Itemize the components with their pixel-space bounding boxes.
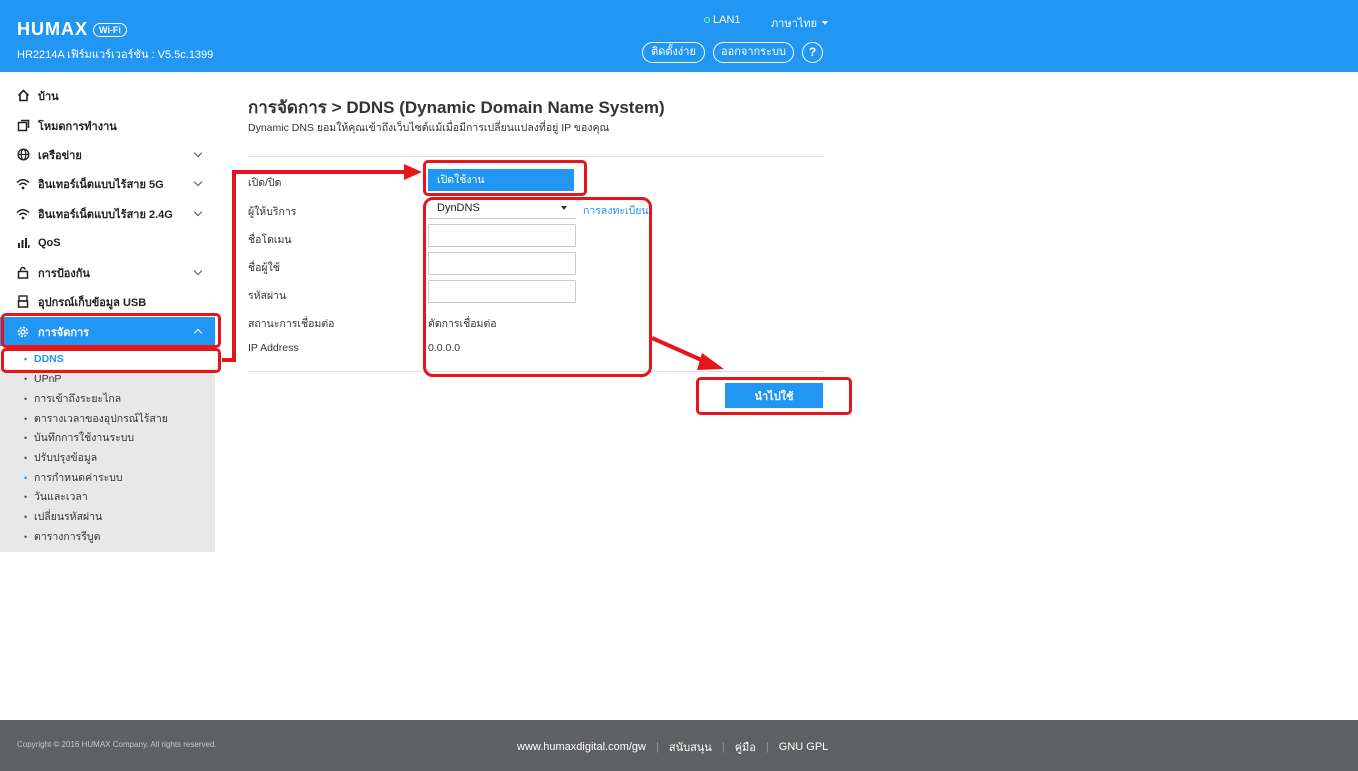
sidebar-item-wireless-24g[interactable]: อินเทอร์เน็ตแบบไร้สาย 2.4G [0,199,215,228]
sidebar-item-usb-storage[interactable]: อุปกรณ์เก็บข้อมูล USB [0,287,215,316]
lan-status-dot-icon [704,17,710,23]
submenu-item-wireless-schedule[interactable]: ตารางเวลาของอุปกรณ์ไร้สาย [0,410,215,429]
home-icon [16,89,30,103]
page-title: การจัดการ > DDNS (Dynamic Domain Name Sy… [248,98,665,117]
chevron-up-icon [193,328,203,338]
firmware-version: HR2214A เฟิร์มแวร์เวอร์ชัน : V5.5c.1399 [17,49,214,61]
wifi-icon [16,207,30,221]
ip-value: 0.0.0.0 [428,342,461,354]
usb-icon [16,295,30,309]
gear-icon [16,325,30,339]
lan-status: LAN1 [704,14,741,26]
password-input[interactable] [428,280,576,303]
footer-link-gpl[interactable]: GNU GPL [779,741,829,753]
provider-select[interactable]: DynDNS [428,198,576,219]
chevron-down-icon [193,266,203,276]
footer: Copyright © 2016 HUMAX Company. All righ… [0,720,1358,771]
footer-separator: | [721,741,725,753]
sidebar-item-network[interactable]: เครือข่าย [0,140,215,169]
enable-toggle[interactable]: เปิดใช้งาน [428,169,574,191]
submenu-item-firmware-update[interactable]: ปรับปรุงข้อมูล [0,449,215,468]
bar-chart-icon [16,236,30,250]
status-label: สถานะการเชื่อมต่อ [248,318,335,330]
ip-label: IP Address [248,342,299,354]
sidebar-item-qos[interactable]: QoS [0,228,215,257]
footer-link-manual[interactable]: คู่มือ [735,738,756,756]
arrow-head-apply [697,353,724,370]
arrow-line-to-apply [651,336,707,364]
copyright-text: Copyright © 2016 HUMAX Company. All righ… [17,740,217,749]
page-description: Dynamic DNS ยอมให้คุณเข้าถึงเว็บไซต์แม้เ… [248,122,610,134]
wifi-icon [16,177,30,191]
username-input[interactable] [428,252,576,275]
register-link[interactable]: การลงทะเบียน [583,202,649,219]
password-label: รหัสผ่าน [248,290,287,302]
submenu-item-date-time[interactable]: วันและเวลา [0,488,215,507]
easy-setup-button[interactable]: ติดตั้งง่าย [642,42,705,63]
chevron-down-icon [193,177,203,187]
humax-logo: HUMAX Wi-Fi [17,19,127,40]
logout-button[interactable]: ออกจากระบบ [713,42,794,63]
chevron-down-icon [193,148,203,158]
submenu-item-system-config[interactable]: การกำหนดค่าระบบ [0,469,215,488]
globe-icon [16,148,30,162]
chevron-down-icon [193,207,203,217]
arrow-head-enable [404,164,422,180]
caret-down-icon [561,206,567,210]
submenu-item-upnp[interactable]: UPnP [0,370,215,389]
apply-button[interactable]: นำไปใช้ [725,383,823,408]
copy-icon [16,119,30,133]
domain-label: ชื่อโดเมน [248,234,292,246]
language-selector[interactable]: ภาษาไทย [771,14,829,32]
submenu-item-reboot-schedule[interactable]: ตารางการรีบูต [0,528,215,547]
sidebar-item-wireless-5g[interactable]: อินเทอร์เน็ตแบบไร้สาย 5G [0,169,215,198]
help-icon[interactable]: ? [802,42,823,63]
footer-link-website[interactable]: www.humaxdigital.com/gw [517,741,646,753]
sidebar-item-management[interactable]: การจัดการ [0,317,215,346]
submenu-item-remote-access[interactable]: การเข้าถึงระยะไกล [0,390,215,409]
footer-separator: | [765,741,769,753]
status-value: ตัดการเชื่อมต่อ [428,318,497,330]
lock-icon [16,266,30,280]
top-header: HUMAX Wi-Fi HR2214A เฟิร์มแวร์เวอร์ชัน :… [0,0,1358,72]
provider-label: ผู้ให้บริการ [248,206,297,218]
sidebar-item-home[interactable]: บ้าน [0,81,215,110]
username-label: ชื่อผู้ใช้ [248,262,280,274]
footer-links: www.humaxdigital.com/gw | สนับสนุน | คู่… [517,738,828,756]
divider-top [248,156,824,157]
divider-bottom [248,371,824,372]
management-submenu: DDNS UPnP การเข้าถึงระยะไกล ตารางเวลาของ… [0,350,215,552]
footer-link-support[interactable]: สนับสนุน [669,738,712,756]
sidebar-item-operation-mode[interactable]: โหมดการทำงาน [0,111,215,140]
submenu-item-ddns[interactable]: DDNS [0,350,215,369]
footer-separator: | [656,741,659,753]
domain-input[interactable] [428,224,576,247]
wifi-badge: Wi-Fi [93,22,127,37]
sidebar-item-protection[interactable]: การป้องกัน [0,258,215,287]
caret-down-icon [822,21,829,25]
sidebar: บ้าน โหมดการทำงาน เครือข่าย อินเทอร์เน็ต… [0,72,215,720]
enable-label: เปิด/ปิด [248,177,282,189]
submenu-item-change-password[interactable]: เปลี่ยนรหัสผ่าน [0,508,215,527]
submenu-item-system-log[interactable]: บันทึกการใช้งานระบบ [0,429,215,448]
